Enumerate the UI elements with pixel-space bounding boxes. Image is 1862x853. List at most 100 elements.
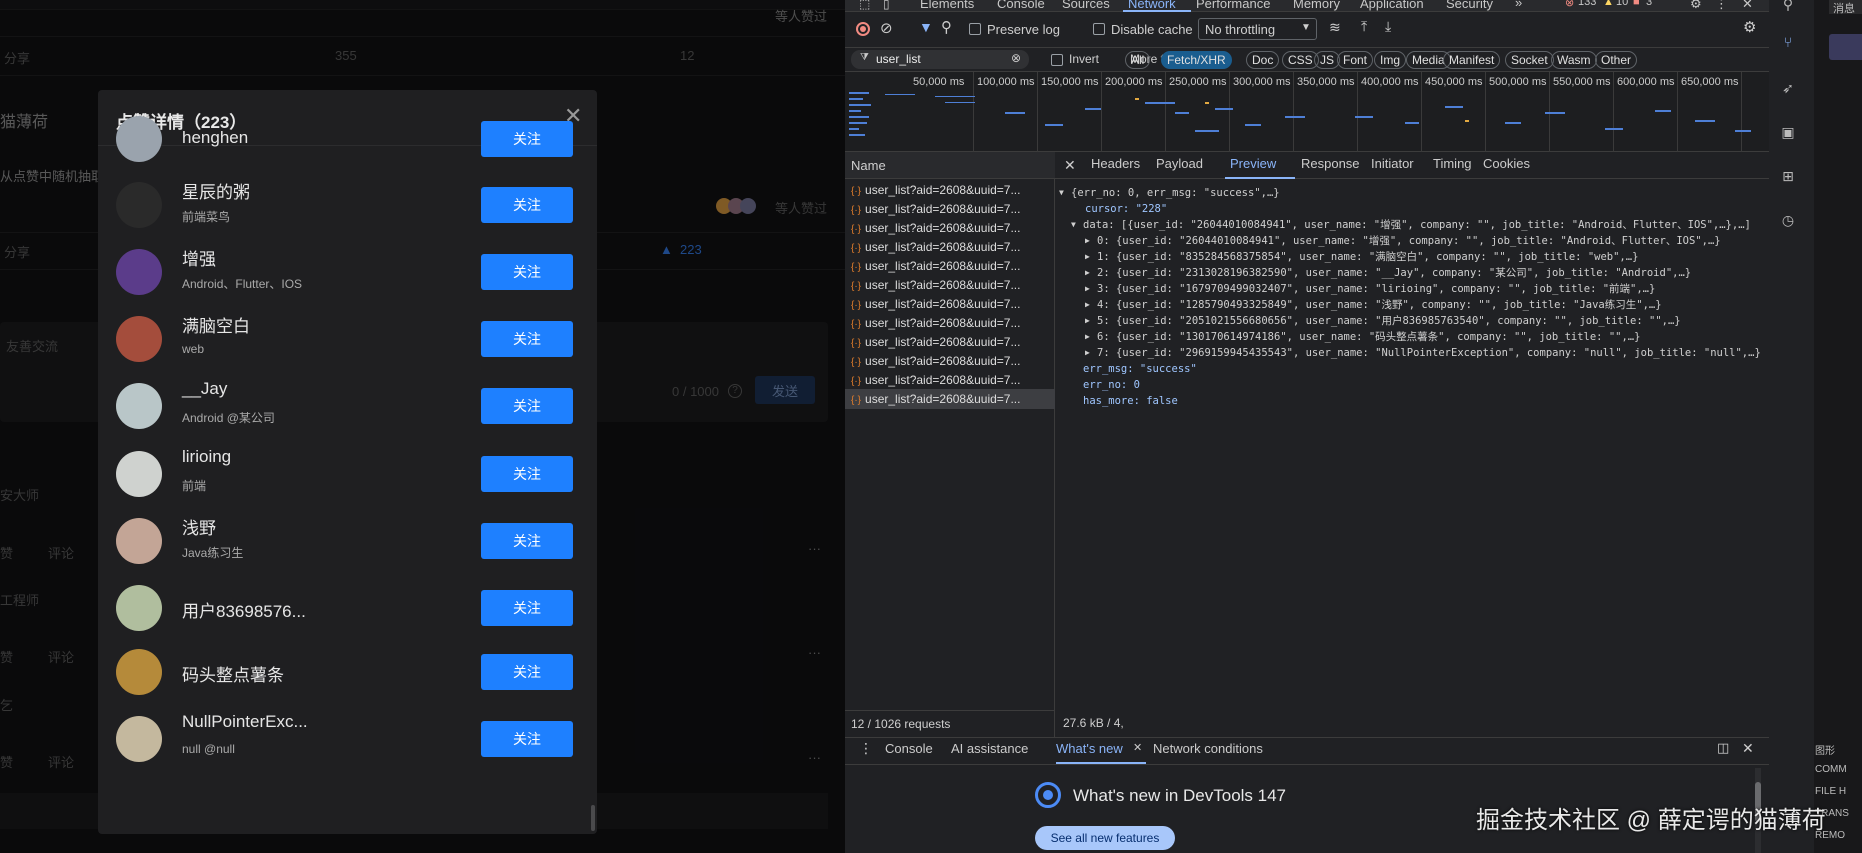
filter-input[interactable]: ⧩ user_list ⊗ bbox=[851, 50, 1029, 69]
collapse-icon[interactable]: ▼ bbox=[1059, 186, 1064, 200]
chip-all[interactable]: All bbox=[1125, 51, 1151, 69]
tab-elements[interactable]: Elements bbox=[920, 0, 974, 11]
chip-doc[interactable]: Doc bbox=[1246, 51, 1280, 69]
detail-tab-response[interactable]: Response bbox=[1301, 156, 1360, 171]
network-settings-icon[interactable]: ⚙ bbox=[1743, 18, 1756, 36]
download-icon[interactable]: ⤓ bbox=[1385, 18, 1391, 35]
follow-button[interactable]: 关注 bbox=[481, 187, 573, 223]
chip-fetchxhr[interactable]: Fetch/XHR bbox=[1161, 51, 1232, 69]
filter-icon[interactable]: ▼ bbox=[919, 19, 933, 35]
detail-tab-payload[interactable]: Payload bbox=[1156, 156, 1203, 171]
expand-icon[interactable]: ▶ bbox=[1085, 266, 1090, 280]
clock-icon[interactable]: ◷ bbox=[1779, 212, 1797, 230]
see-all-features-button[interactable]: See all new features bbox=[1035, 826, 1175, 850]
request-row[interactable]: {·} user_list?aid=2608&uuid=7... bbox=[851, 199, 1051, 219]
expand-icon[interactable]: ▶ bbox=[1085, 346, 1090, 360]
right-strip-item[interactable]: COMM bbox=[1815, 764, 1847, 775]
tab-security[interactable]: Security bbox=[1446, 0, 1493, 11]
user-name[interactable]: 满脑空白 bbox=[182, 312, 250, 337]
search-side-icon[interactable]: ⚲ bbox=[1779, 0, 1797, 14]
expand-icon[interactable]: ▶ bbox=[1085, 250, 1090, 264]
preserve-log-label[interactable]: Preserve log bbox=[987, 22, 1060, 37]
tab-application[interactable]: Application bbox=[1360, 0, 1424, 11]
dock-icon[interactable]: ◫ bbox=[1717, 740, 1729, 756]
user-name[interactable]: 用户83698576... bbox=[182, 597, 306, 622]
collapse-icon[interactable]: ▼ bbox=[1071, 218, 1076, 232]
warning-icon[interactable]: ▲ bbox=[1603, 0, 1614, 8]
side-action-button[interactable] bbox=[1829, 34, 1862, 60]
json-line[interactable]: 5: {user_id: "2051021556680656", user_na… bbox=[1097, 314, 1681, 328]
json-line[interactable]: {err_no: 0, err_msg: "success",…} bbox=[1071, 186, 1280, 200]
avatar[interactable] bbox=[116, 518, 162, 564]
message-search-fragment[interactable]: 消息 bbox=[1829, 0, 1862, 15]
avatar[interactable] bbox=[116, 649, 162, 695]
user-name[interactable]: henghen bbox=[182, 128, 248, 148]
avatar[interactable] bbox=[116, 716, 162, 762]
right-strip-item[interactable]: 图形 bbox=[1815, 742, 1835, 757]
tab-console[interactable]: Console bbox=[997, 0, 1045, 11]
follow-button[interactable]: 关注 bbox=[481, 321, 573, 357]
request-row[interactable]: {·} user_list?aid=2608&uuid=7... bbox=[851, 275, 1051, 295]
user-name[interactable]: __Jay bbox=[182, 379, 227, 399]
follow-button[interactable]: 关注 bbox=[481, 721, 573, 757]
name-column-header[interactable]: Name bbox=[851, 158, 886, 173]
upload-icon[interactable]: ⤒ bbox=[1361, 18, 1367, 35]
drawer-tab-whatsnew[interactable]: What's new bbox=[1056, 741, 1123, 756]
detail-tab-timing[interactable]: Timing bbox=[1433, 156, 1472, 171]
invert-checkbox[interactable] bbox=[1051, 54, 1063, 66]
request-row[interactable]: {·} user_list?aid=2608&uuid=7... bbox=[851, 313, 1051, 333]
follow-button[interactable]: 关注 bbox=[481, 456, 573, 492]
close-devtools-icon[interactable]: ✕ bbox=[1742, 0, 1753, 11]
grid-icon[interactable]: ⊞ bbox=[1779, 168, 1797, 186]
request-row[interactable]: {·} user_list?aid=2608&uuid=7... bbox=[851, 370, 1051, 390]
user-name[interactable]: 码头整点薯条 bbox=[182, 661, 284, 686]
detail-tab-headers[interactable]: Headers bbox=[1091, 156, 1140, 171]
tab-network[interactable]: Network bbox=[1128, 0, 1176, 11]
device-icon[interactable]: ▯ bbox=[883, 0, 890, 11]
user-name[interactable]: 增强 bbox=[182, 245, 216, 270]
follow-button[interactable]: 关注 bbox=[481, 121, 573, 157]
tab-memory[interactable]: Memory bbox=[1293, 0, 1340, 11]
disable-cache-checkbox[interactable] bbox=[1093, 23, 1105, 35]
clear-icon[interactable]: ⊘ bbox=[880, 19, 893, 37]
search-icon[interactable]: ⚲ bbox=[941, 18, 952, 36]
inspect-icon[interactable]: ⬚ bbox=[859, 0, 870, 11]
chip-socket[interactable]: Socket bbox=[1505, 51, 1554, 69]
expand-icon[interactable]: ▶ bbox=[1085, 298, 1090, 312]
error-icon[interactable]: ⊗ bbox=[1565, 0, 1574, 9]
detail-tab-initiator[interactable]: Initiator bbox=[1371, 156, 1414, 171]
user-name[interactable]: 星辰的粥 bbox=[182, 178, 250, 203]
error-count[interactable]: 133 bbox=[1578, 0, 1596, 8]
disable-cache-label[interactable]: Disable cache bbox=[1111, 22, 1193, 37]
json-line[interactable]: has_more: false bbox=[1083, 394, 1178, 408]
expand-icon[interactable]: ▶ bbox=[1085, 234, 1090, 248]
request-row[interactable]: {·} user_list?aid=2608&uuid=7... bbox=[851, 332, 1051, 352]
follow-button[interactable]: 关注 bbox=[481, 388, 573, 424]
right-strip-item[interactable]: FILE H bbox=[1815, 786, 1846, 797]
record-icon[interactable] bbox=[856, 22, 870, 36]
json-line[interactable]: 2: {user_id: "2313028196382590", user_na… bbox=[1097, 266, 1691, 280]
warning-count[interactable]: 10 bbox=[1616, 0, 1628, 8]
avatar[interactable] bbox=[116, 182, 162, 228]
expand-icon[interactable]: ▶ bbox=[1085, 314, 1090, 328]
request-row[interactable]: {·} user_list?aid=2608&uuid=7... bbox=[851, 218, 1051, 238]
chip-wasm[interactable]: Wasm bbox=[1551, 51, 1597, 69]
request-row[interactable]: {·} user_list?aid=2608&uuid=7... bbox=[851, 294, 1051, 314]
chip-manifest[interactable]: Manifest bbox=[1443, 51, 1501, 69]
json-line[interactable]: 0: {user_id: "26044010084941", user_name… bbox=[1097, 234, 1721, 248]
follow-button[interactable]: 关注 bbox=[481, 654, 573, 690]
request-row[interactable]: {·} user_list?aid=2608&uuid=7... bbox=[851, 351, 1051, 371]
follow-button[interactable]: 关注 bbox=[481, 523, 573, 559]
throttling-select[interactable]: No throttling ▼ bbox=[1198, 18, 1317, 40]
chip-font[interactable]: Font bbox=[1337, 51, 1374, 69]
chip-img[interactable]: Img bbox=[1374, 51, 1407, 69]
invert-label[interactable]: Invert bbox=[1069, 52, 1099, 66]
json-line[interactable]: 7: {user_id: "2969159945435543", user_na… bbox=[1097, 346, 1761, 360]
tab-sources[interactable]: Sources bbox=[1062, 0, 1110, 11]
info-count[interactable]: 3 bbox=[1646, 0, 1652, 8]
drawer-tab-networkconditions[interactable]: Network conditions bbox=[1153, 741, 1263, 756]
avatar[interactable] bbox=[116, 383, 162, 429]
json-line[interactable]: cursor: "228" bbox=[1085, 202, 1167, 216]
expand-icon[interactable]: ▶ bbox=[1085, 330, 1090, 344]
drawer-menu-icon[interactable]: ⋮ bbox=[859, 740, 873, 757]
